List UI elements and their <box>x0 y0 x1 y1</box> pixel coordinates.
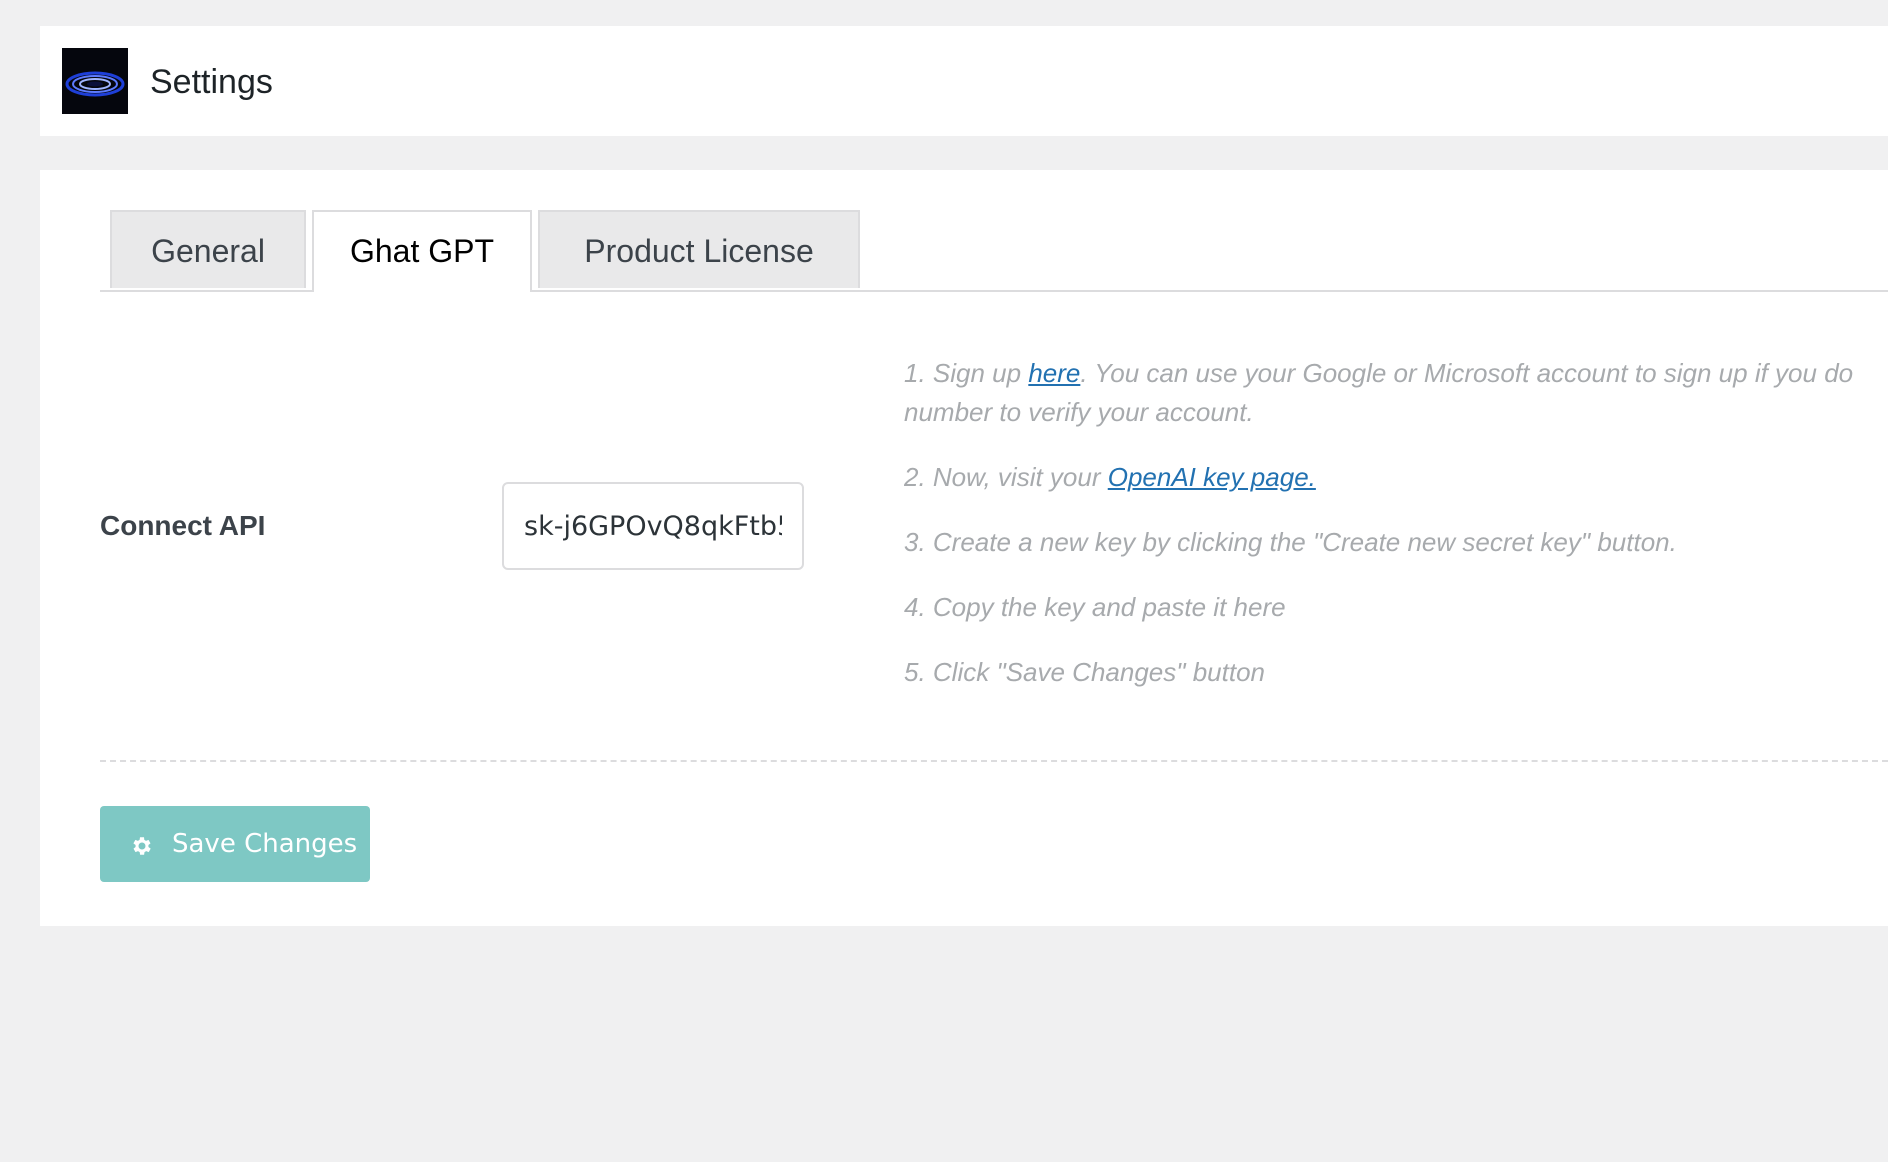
page-header: Settings <box>40 26 1888 136</box>
instruction-step-2: 2. Now, visit your OpenAI key page. <box>904 458 1888 497</box>
instruction-text: 1. Sign up <box>904 358 1029 388</box>
page-title: Settings <box>150 63 273 101</box>
save-changes-button[interactable]: Save Changes <box>100 806 370 882</box>
connect-api-label: Connect API <box>100 510 266 541</box>
instruction-step-5: 5. Click "Save Changes" button <box>904 657 1265 687</box>
section-divider <box>100 760 1888 762</box>
openai-key-page-link[interactable]: OpenAI key page. <box>1108 462 1316 492</box>
save-changes-label: Save Changes <box>172 829 358 859</box>
gear-icon <box>133 837 151 855</box>
tab-general[interactable]: General <box>110 210 306 288</box>
instruction-step-4: 4. Copy the key and paste it here <box>904 592 1286 622</box>
api-instructions: 1. Sign up here. You can use your Google… <box>904 354 1888 718</box>
instruction-step-3: 3. Create a new key by clicking the "Cre… <box>904 527 1677 557</box>
settings-panel: General Ghat GPT Product License Connect… <box>40 170 1888 926</box>
blue-ring-logo-icon <box>62 48 128 114</box>
instruction-text: . You can use your Google or Microsoft a… <box>1080 358 1854 388</box>
instruction-step-1: 1. Sign up here. You can use your Google… <box>904 354 1888 432</box>
tab-bar: General Ghat GPT Product License <box>100 210 1888 292</box>
signup-link[interactable]: here <box>1028 358 1080 388</box>
instruction-text: 2. Now, visit your <box>904 462 1108 492</box>
tab-ghat-gpt[interactable]: Ghat GPT <box>312 210 532 292</box>
instruction-text: number to verify your account. <box>904 397 1254 427</box>
api-key-input[interactable] <box>502 482 804 570</box>
tab-product-license[interactable]: Product License <box>538 210 860 288</box>
